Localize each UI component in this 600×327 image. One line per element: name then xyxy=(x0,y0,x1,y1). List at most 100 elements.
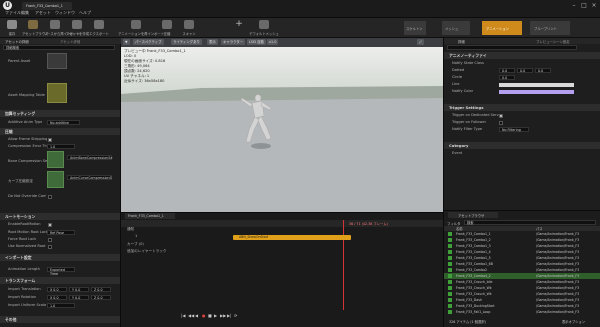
section-transform[interactable]: トランスフォーム xyxy=(0,277,120,284)
translation-x-input[interactable]: X 0.0 xyxy=(47,287,67,292)
dotted-input-2[interactable]: 0.0 xyxy=(517,68,533,73)
lighting-button[interactable]: ライティングあり xyxy=(171,39,202,45)
compression-error-input[interactable]: 1.0 xyxy=(47,144,75,149)
translation-y-input[interactable]: Y 0.0 xyxy=(69,287,89,292)
enable-root-motion-checkbox[interactable] xyxy=(48,223,52,227)
create-asset-button[interactable]: アセットを作成 xyxy=(66,19,89,37)
menu-window[interactable]: ウィンドウ xyxy=(55,10,75,16)
asset-search-input[interactable]: 検索 xyxy=(464,220,596,225)
character-button[interactable]: キャラクター xyxy=(221,39,246,45)
show-button[interactable]: 表示 xyxy=(207,39,218,45)
step-back-icon[interactable]: ◀ xyxy=(195,313,198,318)
tab-details[interactable]: 詳細 xyxy=(458,39,465,44)
frame-stripping-label: Allow Frame Stripping xyxy=(8,137,48,141)
menu-edit[interactable]: 編集 xyxy=(21,10,29,16)
menu-file[interactable]: ファイル xyxy=(5,10,21,16)
browse-asset-button[interactable]: アセットブラウズ xyxy=(22,19,48,37)
notify-bar[interactable]: ABN_ShowOnStart xyxy=(233,235,351,240)
skeleton-mode-button[interactable]: スケルトン xyxy=(404,21,426,35)
jump-start-icon[interactable]: |◀ xyxy=(181,313,185,318)
additive-type-select[interactable]: No additive xyxy=(47,120,80,125)
notify-color-swatch[interactable] xyxy=(499,90,574,94)
loop-icon[interactable]: ⟳ xyxy=(234,313,237,318)
notify-filter-select[interactable]: No Filtering xyxy=(499,127,529,132)
rewind-icon[interactable]: ◀◀ xyxy=(188,313,194,318)
asset-browser-tab[interactable]: アセットブラウザ xyxy=(448,212,498,218)
asset-mapping-thumbnail[interactable] xyxy=(47,83,67,103)
timeline-ruler[interactable]: 36 / 71 (42.38 フレーム) xyxy=(121,220,443,227)
speed-button[interactable]: x1.0 xyxy=(267,39,279,45)
tab-preview-scene[interactable]: プレビューシーン設定 xyxy=(536,39,570,44)
animation-mode-button[interactable]: アニメーション xyxy=(482,21,522,35)
curve-compression-thumbnail[interactable] xyxy=(47,171,64,188)
maximize-icon[interactable]: □ xyxy=(580,3,588,9)
trigger-dedicated-checkbox[interactable] xyxy=(499,114,503,118)
jump-end-icon[interactable]: ▶| xyxy=(227,313,231,318)
lod-button[interactable]: LOD 自動 xyxy=(247,39,266,45)
rotation-z-input[interactable]: Z 0.0 xyxy=(91,295,111,300)
bone-compression-thumbnail[interactable] xyxy=(47,151,64,168)
frame-stripping-checkbox[interactable] xyxy=(48,138,52,142)
stop-icon[interactable]: ■ xyxy=(208,313,212,318)
line-color-swatch[interactable] xyxy=(499,83,574,87)
menu-asset[interactable]: アセット xyxy=(35,10,51,16)
tab-asset-details[interactable]: アセットの詳細 xyxy=(5,39,29,44)
preview-viewport[interactable]: ▼ パースペクティブ ライティングあり 表示 キャラクター LOD 自動 x1.… xyxy=(121,38,443,212)
trigger-follower-checkbox[interactable] xyxy=(499,121,503,125)
animation-length-select[interactable]: Exported Time xyxy=(47,267,75,276)
section-other[interactable]: その他 xyxy=(0,316,120,323)
track-curves[interactable]: カーブ (0) xyxy=(127,241,144,248)
asset-row-name: Frank_F33_Combo1_1 xyxy=(456,232,491,236)
circle-input[interactable]: 0.0 xyxy=(499,75,515,80)
force-root-lock-checkbox[interactable] xyxy=(48,238,52,242)
playhead[interactable] xyxy=(343,220,344,310)
normalized-root-checkbox[interactable] xyxy=(48,245,52,249)
track-notify-1[interactable]: 1 xyxy=(135,233,137,240)
section-compression[interactable]: 圧縮 xyxy=(0,128,120,135)
tab-asset-details-2[interactable]: アセット詳細 xyxy=(60,39,80,44)
perspective-button[interactable]: パースペクティブ xyxy=(133,39,164,45)
translation-z-input[interactable]: Z 0.0 xyxy=(91,287,111,292)
blueprint-mode-button[interactable]: ブループリント xyxy=(530,21,570,35)
section-additive[interactable]: 加算セッティング xyxy=(0,110,120,117)
parent-asset-thumbnail[interactable] xyxy=(47,53,67,69)
mesh-mode-button[interactable]: メッシュ xyxy=(442,21,470,35)
minimize-icon[interactable]: – xyxy=(570,3,578,9)
scan-button[interactable]: スキャン xyxy=(178,19,200,37)
dotted-input-3[interactable]: 0.0 xyxy=(535,68,551,73)
section-category[interactable]: Category xyxy=(444,142,600,149)
track-additive-layer[interactable]: 追加のレイヤートラック xyxy=(127,248,166,255)
root-lock-select[interactable]: Ref Pose xyxy=(47,230,75,235)
compress-button[interactable]: 圧縮 xyxy=(156,19,178,37)
menu-help[interactable]: ヘルプ xyxy=(79,10,91,16)
view-options-button[interactable]: 表示オプション xyxy=(562,319,585,324)
viewport-options-button[interactable]: ▼ xyxy=(123,39,130,45)
rotation-y-input[interactable]: Y 0.0 xyxy=(69,295,89,300)
details-search-input[interactable]: 詳細検索 xyxy=(3,45,115,50)
export-button[interactable]: エクスポート xyxy=(88,19,110,37)
bone-compression-select[interactable]: AnimBoneCompressionSe xyxy=(67,155,112,160)
asset-row[interactable]: Frank_F33_Fall1_Loop/Game/Animation/Fran… xyxy=(444,309,600,315)
default-mesh-button[interactable]: デフォルトメッシュ xyxy=(246,19,282,37)
maximize-viewport-icon[interactable]: ⤢ xyxy=(417,39,424,45)
section-anim-notify[interactable]: アニメノーティファイ xyxy=(444,52,600,59)
timeline-tab[interactable]: Frank_F33_Combo1_1 xyxy=(125,213,175,219)
details-search-input[interactable] xyxy=(447,45,577,50)
rotation-x-input[interactable]: X 0.0 xyxy=(47,295,67,300)
track-notifies[interactable]: 通知 xyxy=(127,226,134,233)
reimport-animation-button[interactable]: アニメーションを再インポート xyxy=(118,19,164,37)
section-root-motion[interactable]: ルートモーション xyxy=(0,213,120,220)
dotted-input-1[interactable]: 0.0 xyxy=(499,68,515,73)
do-not-override-checkbox[interactable] xyxy=(48,195,52,199)
section-trigger-settings[interactable]: Trigger Settings xyxy=(444,104,600,111)
close-icon[interactable]: × xyxy=(590,3,598,9)
reimport-button[interactable]: ソースから再インポート xyxy=(44,19,80,37)
document-tab[interactable]: Frank_F33_Combo1_1 xyxy=(22,2,72,10)
save-button[interactable]: 保存 xyxy=(1,19,23,37)
import-scale-input[interactable]: 1.0 xyxy=(47,303,75,308)
play-icon[interactable]: ▶ xyxy=(214,313,217,318)
fast-forward-icon[interactable]: ▶▶ xyxy=(220,313,226,318)
curve-compression-select[interactable]: AnimCurveCompressionS xyxy=(67,175,112,180)
section-import[interactable]: インポート設定 xyxy=(0,254,120,261)
unreal-logo: U xyxy=(3,1,12,10)
